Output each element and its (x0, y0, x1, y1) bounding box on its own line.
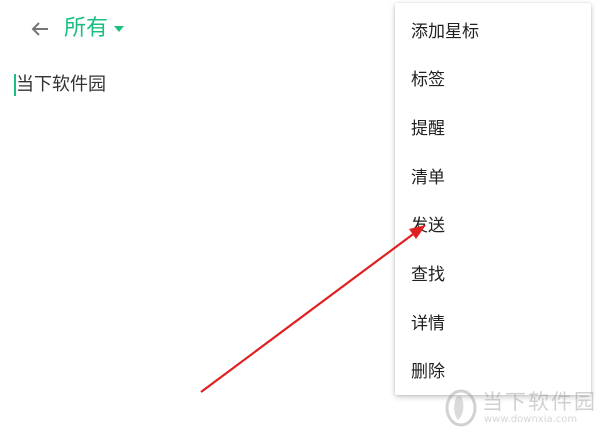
menu-item-label: 标签 (411, 69, 445, 90)
note-body-text[interactable]: 当下软件园 (16, 73, 106, 97)
menu-item-label: 查找 (411, 264, 445, 285)
menu-item-find[interactable]: 查找 (395, 248, 591, 296)
menu-item-tags[interactable]: 标签 (395, 53, 591, 101)
menu-item-label: 清单 (411, 167, 445, 188)
watermark: 当下软件园 www.downxia.com (444, 382, 597, 438)
menu-item-checklist[interactable]: 清单 (395, 151, 591, 199)
menu-item-add-star[interactable]: 添加星标 (395, 5, 591, 53)
watermark-text: 当下软件园 (482, 390, 597, 414)
menu-item-label: 发送 (411, 215, 445, 236)
menu-item-reminder[interactable]: 提醒 (395, 102, 591, 150)
back-button[interactable] (26, 14, 56, 44)
menu-item-label: 详情 (411, 313, 445, 334)
menu-item-label: 删除 (411, 361, 445, 382)
folder-title: 所有 (64, 16, 109, 41)
menu-item-label: 提醒 (411, 118, 445, 139)
note-editor[interactable] (0, 60, 394, 442)
menu-item-label: 添加星标 (411, 21, 479, 42)
menu-item-send[interactable]: 发送 (395, 199, 591, 247)
watermark-url: www.downxia.com (484, 414, 578, 425)
downxia-logo-icon (445, 389, 477, 427)
menu-item-details[interactable]: 详情 (395, 297, 591, 345)
triangle-down-icon (114, 26, 125, 32)
overflow-menu: 添加星标 标签 提醒 清单 发送 查找 详情 删除 (395, 3, 591, 395)
arrow-left-icon (31, 22, 48, 36)
folder-selector[interactable]: 所有 (64, 12, 125, 46)
